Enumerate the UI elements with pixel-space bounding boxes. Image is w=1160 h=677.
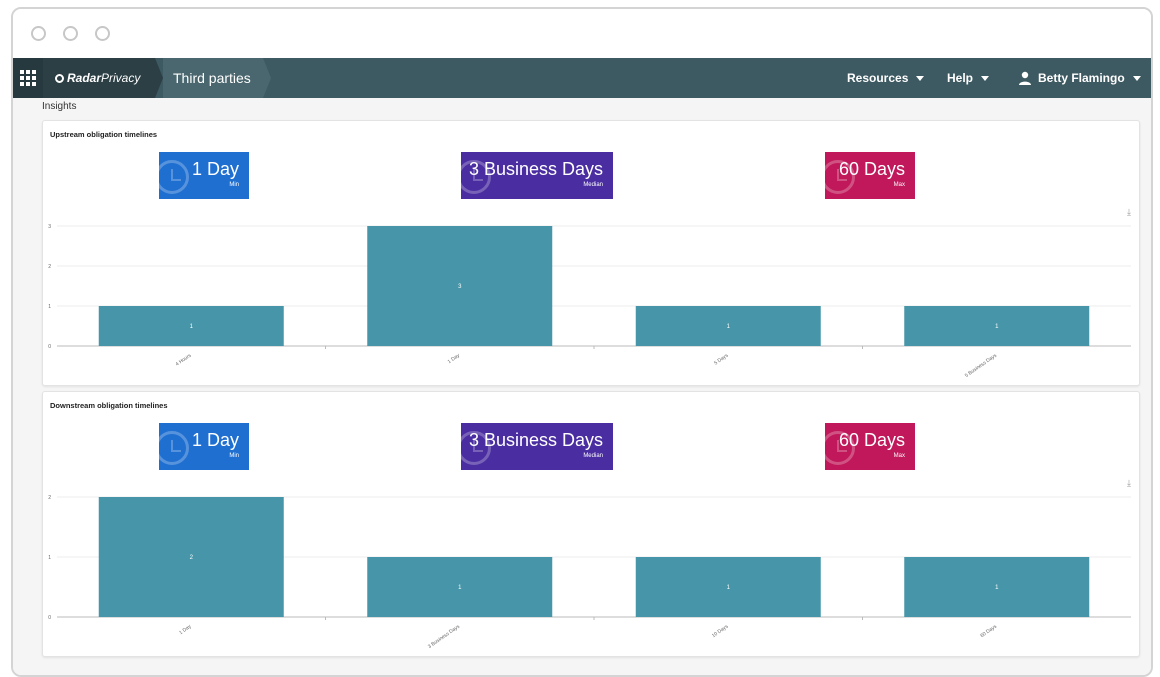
brand-logo[interactable]: RadarPrivacy — [43, 58, 155, 98]
x-tick-label: 1 Day — [447, 352, 462, 365]
apps-grid-icon[interactable] — [13, 58, 43, 98]
x-tick-label: 10 Days — [711, 623, 730, 639]
brand-arrow — [155, 58, 163, 98]
window-close-button[interactable] — [31, 26, 46, 41]
y-tick-label: 3 — [48, 224, 51, 230]
x-tick-label: 3 Business Days — [427, 623, 461, 650]
y-tick-label: 1 — [48, 555, 51, 561]
y-tick-label: 1 — [48, 304, 51, 310]
user-name: Betty Flamingo — [1038, 71, 1125, 85]
chevron-down-icon — [1132, 76, 1141, 82]
x-tick-label: 5 Business Days — [964, 352, 998, 379]
window-maximize-button[interactable] — [95, 26, 110, 41]
user-icon — [1019, 71, 1031, 85]
x-tick-label: 4 Hours — [175, 352, 193, 367]
resources-menu-label: Resources — [847, 71, 909, 85]
radar-logo-icon — [55, 74, 64, 83]
upstream-timeline-card: Upstream obligation timelines 1 Day Min … — [42, 120, 1140, 386]
y-tick-label: 2 — [48, 264, 51, 270]
help-menu[interactable]: Help — [947, 71, 990, 85]
chevron-down-icon — [916, 76, 925, 82]
brand-name-bold: Radar — [67, 71, 102, 85]
brand-name-light: Privacy — [101, 71, 141, 85]
breadcrumb-third-parties: Third parties — [173, 70, 251, 86]
breadcrumb-arrow — [263, 58, 271, 98]
user-menu[interactable]: Betty Flamingo — [1038, 71, 1141, 85]
x-tick-label: 60 Days — [979, 623, 998, 639]
y-tick-label: 2 — [48, 495, 51, 501]
browser-window: RadarPrivacy Third parties Resources Hel… — [11, 7, 1153, 677]
help-menu-label: Help — [947, 71, 974, 85]
main-content: Insights Upstream obligation timelines 1… — [13, 98, 1151, 675]
window-chrome — [13, 9, 1151, 58]
y-tick-label: 0 — [48, 615, 51, 621]
y-tick-label: 0 — [48, 344, 51, 350]
downstream-bar-chart: 01221 Day13 Business Days110 Days160 Day… — [48, 495, 1131, 650]
x-tick-label: 1 Day — [178, 623, 193, 636]
breadcrumb[interactable]: Third parties — [163, 58, 263, 98]
window-minimize-button[interactable] — [63, 26, 78, 41]
upstream-bar-chart: 012314 Hours31 Day15 Days15 Business Day… — [48, 224, 1131, 379]
downstream-timeline-card: Downstream obligation timelines 1 Day Mi… — [42, 391, 1140, 657]
page-title: Insights — [42, 101, 77, 112]
x-tick-label: 5 Days — [713, 352, 730, 366]
chevron-down-icon — [981, 76, 990, 82]
top-navigation-bar: RadarPrivacy Third parties Resources Hel… — [13, 58, 1151, 98]
resources-menu[interactable]: Resources — [847, 71, 925, 85]
